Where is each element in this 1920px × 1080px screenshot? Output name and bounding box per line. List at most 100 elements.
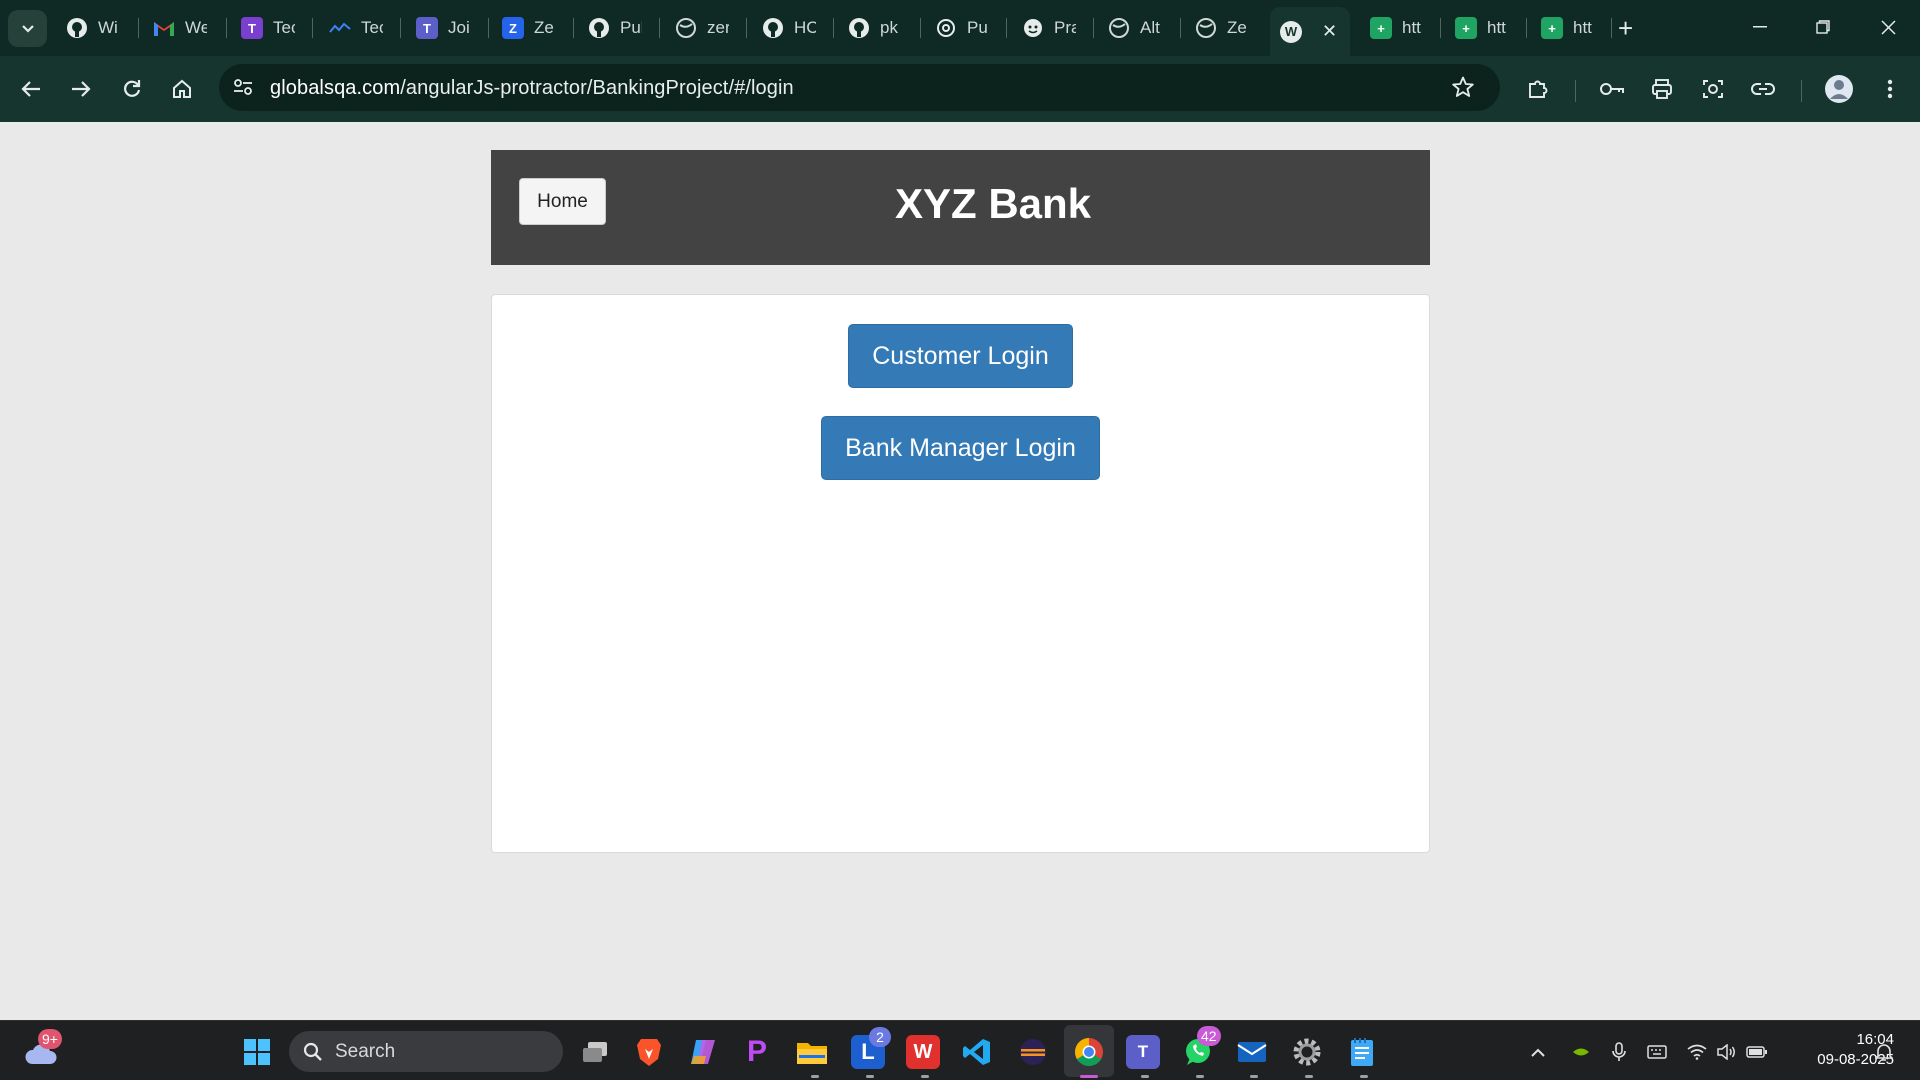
tab-title: We (185, 18, 207, 37)
customer-login-button[interactable]: Customer Login (848, 324, 1073, 388)
show-hidden-icons-button[interactable] (1527, 1041, 1549, 1063)
taskbar-search[interactable]: Search (289, 1031, 563, 1072)
brave-app[interactable] (632, 1035, 666, 1069)
bookmark-star-icon[interactable] (1452, 76, 1474, 103)
tab-separator (920, 18, 921, 38)
browser-tab[interactable]: Tec (319, 10, 394, 46)
reload-button[interactable] (115, 72, 149, 106)
minimize-button[interactable] (1740, 12, 1780, 42)
browser-tab[interactable]: Pra (1012, 10, 1087, 46)
browser-tab[interactable]: We (143, 10, 218, 46)
github-icon (66, 17, 88, 39)
tab-separator (573, 18, 574, 38)
browser-tab[interactable]: Wi (56, 10, 131, 46)
key-icon (1600, 83, 1624, 95)
browser-tab[interactable]: HC (752, 10, 827, 46)
copilot-icon (691, 1040, 715, 1064)
volume-icon[interactable] (1716, 1041, 1738, 1063)
vs-code-app[interactable] (960, 1035, 994, 1069)
browser-tab[interactable]: Z Ze (492, 10, 567, 46)
site-settings-icon[interactable] (233, 77, 253, 102)
copilot-app[interactable] (686, 1035, 720, 1069)
browser-tab[interactable]: Alt (1098, 10, 1173, 46)
mail-app[interactable] (1235, 1035, 1269, 1069)
browser-tab[interactable]: + htt (1360, 10, 1435, 46)
screenshot-button[interactable] (1696, 72, 1730, 106)
back-button[interactable] (14, 72, 48, 106)
arrow-right-icon (72, 81, 91, 97)
toolbar-divider (1801, 80, 1802, 102)
browser-tab-active[interactable]: W ✕ (1270, 7, 1350, 56)
passwords-button[interactable] (1595, 72, 1629, 106)
url-host: globalsqa.com (270, 77, 401, 99)
wifi-icon[interactable] (1686, 1041, 1708, 1063)
nvidia-tray-icon[interactable] (1570, 1041, 1592, 1063)
weather-widget[interactable]: 9+ (24, 1029, 62, 1069)
close-tab-icon[interactable]: ✕ (1322, 21, 1337, 42)
browser-tab-strip: Wi We T Tec Tec T Joi Z Ze Pul zer HC (0, 0, 1920, 56)
browser-tab[interactable]: Pul (578, 10, 653, 46)
wordpress-icon: W (1280, 20, 1302, 43)
tab-separator (1611, 18, 1612, 38)
tab-search-button[interactable] (8, 10, 47, 47)
tab-separator (1440, 18, 1441, 38)
browser-tab[interactable]: pk (838, 10, 913, 46)
browser-tab[interactable]: T Tec (231, 10, 306, 46)
gear-icon (1293, 1038, 1321, 1066)
tab-separator (226, 18, 227, 38)
bank-manager-login-button[interactable]: Bank Manager Login (821, 416, 1100, 480)
copy-link-button[interactable] (1746, 72, 1780, 106)
learning-app-badge: 2 (869, 1027, 891, 1047)
eclipse-app[interactable] (1016, 1035, 1050, 1069)
print-button[interactable] (1645, 72, 1679, 106)
wps-office-app[interactable]: W (906, 1035, 940, 1069)
sheets-icon: + (1455, 17, 1477, 39)
browser-tab[interactable]: + htt (1445, 10, 1520, 46)
avatar-icon (1825, 75, 1853, 103)
address-bar[interactable]: globalsqa.com/angularJs-protractor/Banki… (219, 64, 1500, 111)
teams-icon: T (1137, 1042, 1149, 1061)
url-text: globalsqa.com/angularJs-protractor/Banki… (270, 77, 794, 100)
keyboard-icon[interactable] (1646, 1041, 1668, 1063)
tab-separator (1180, 18, 1181, 38)
tab-separator (400, 18, 401, 38)
close-window-button[interactable] (1868, 12, 1908, 42)
tab-separator (488, 18, 489, 38)
learning-app[interactable]: L 2 (851, 1027, 891, 1069)
new-tab-button[interactable]: + (1618, 13, 1633, 43)
restore-button[interactable] (1803, 12, 1843, 42)
globe-icon (1195, 17, 1217, 39)
whatsapp-app[interactable]: 42 (1181, 1026, 1221, 1069)
zephyr-icon: Z (502, 17, 524, 39)
picsart-icon: P (746, 1035, 767, 1068)
forward-button[interactable] (64, 72, 98, 106)
extensions-button[interactable] (1521, 72, 1555, 106)
notepad-app[interactable] (1345, 1035, 1379, 1069)
browser-tab[interactable]: T Joi (406, 10, 481, 46)
start-button[interactable] (240, 1035, 274, 1069)
login-panel: Customer Login Bank Manager Login (491, 294, 1430, 853)
notification-center-button[interactable] (1873, 1041, 1895, 1063)
settings-app[interactable] (1290, 1035, 1324, 1069)
battery-icon[interactable] (1746, 1041, 1768, 1063)
tab-separator (746, 18, 747, 38)
windows-logo-icon (244, 1039, 270, 1065)
browser-tab[interactable]: Pu (925, 10, 1000, 46)
chrome-app[interactable] (1072, 1035, 1106, 1069)
task-view-button[interactable] (578, 1035, 612, 1069)
github-icon (588, 17, 610, 39)
browser-tab[interactable]: + htt (1531, 10, 1606, 46)
teams-app[interactable]: T (1126, 1035, 1160, 1069)
reload-icon (124, 80, 141, 97)
camera-icon (1703, 80, 1723, 98)
file-explorer-app[interactable] (795, 1035, 829, 1069)
browser-tab[interactable]: Ze (1185, 10, 1260, 46)
bell-icon (1875, 1044, 1893, 1061)
home-browser-button[interactable] (165, 72, 199, 106)
tab-title: zer (707, 18, 729, 37)
picsart-app[interactable]: P (740, 1035, 774, 1069)
profile-avatar[interactable] (1822, 72, 1856, 106)
browser-menu-button[interactable] (1873, 72, 1907, 106)
microphone-icon[interactable] (1608, 1041, 1630, 1063)
browser-tab[interactable]: zer (665, 10, 740, 46)
